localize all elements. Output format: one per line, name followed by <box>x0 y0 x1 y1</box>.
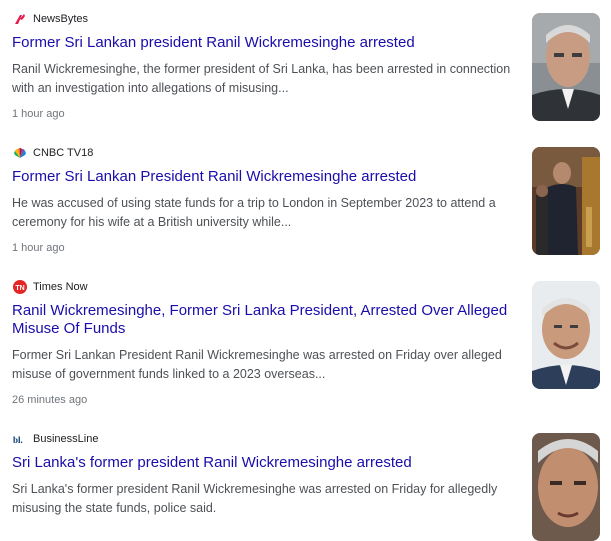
article-thumbnail[interactable] <box>532 281 600 389</box>
cnbc-peacock-logo-icon <box>12 145 28 161</box>
article-thumbnail[interactable] <box>532 147 600 255</box>
source-name: NewsBytes <box>33 13 89 25</box>
article-snippet: Sri Lanka's former president Ranil Wickr… <box>12 482 498 515</box>
article-thumbnail[interactable] <box>532 13 600 121</box>
article-time: 1 hour ago <box>12 108 65 120</box>
svg-text:TN: TN <box>15 285 24 292</box>
source-name: CNBC TV18 <box>33 147 94 159</box>
svg-text:bl.: bl. <box>13 435 23 445</box>
article-title-link[interactable]: Ranil Wickremesinghe, Former Sri Lanka P… <box>12 302 520 338</box>
article-title-link[interactable]: Former Sri Lankan president Ranil Wickre… <box>12 34 520 52</box>
news-source: NewsBytes <box>12 11 88 27</box>
article-title-link[interactable]: Sri Lanka's former president Ranil Wickr… <box>12 454 520 472</box>
news-source: bl. BusinessLine <box>12 431 98 447</box>
news-source: CNBC TV18 <box>12 145 93 161</box>
article-title-link[interactable]: Former Sri Lankan President Ranil Wickre… <box>12 168 520 186</box>
article-snippet: He was accused of using state funds for … <box>12 196 496 229</box>
businessline-logo-icon: bl. <box>12 431 28 447</box>
article-thumbnail[interactable] <box>532 433 600 541</box>
news-source: TN Times Now <box>12 279 88 295</box>
source-name: BusinessLine <box>33 433 99 445</box>
article-time: 26 minutes ago <box>12 394 88 406</box>
newsbytes-logo-icon <box>12 11 28 27</box>
article-snippet: Ranil Wickremesinghe, the former preside… <box>12 62 511 95</box>
article-snippet: Former Sri Lankan President Ranil Wickre… <box>12 348 502 381</box>
article-time: 1 hour ago <box>12 242 65 254</box>
times-now-logo-icon: TN <box>12 279 28 295</box>
source-name: Times Now <box>33 281 88 293</box>
